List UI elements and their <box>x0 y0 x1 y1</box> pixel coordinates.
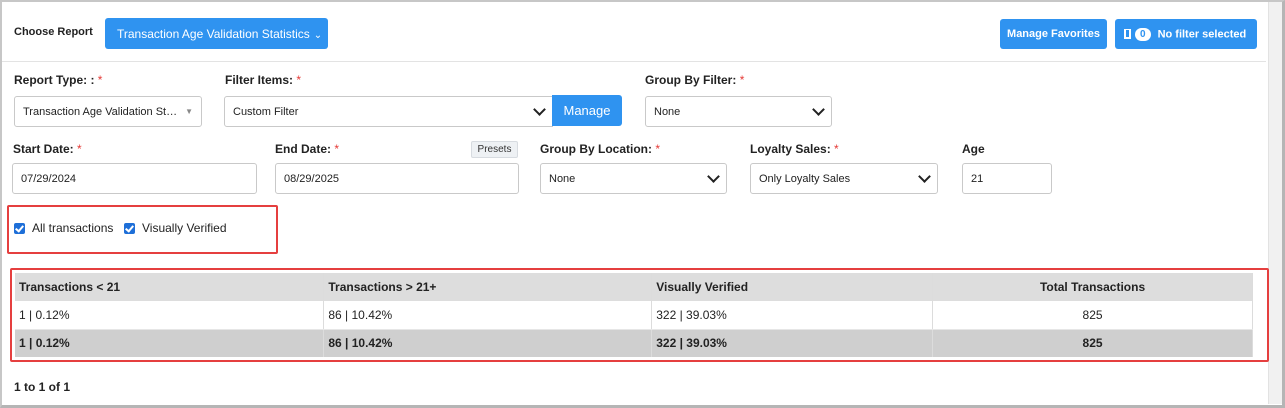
column-header[interactable]: Transactions < 21 <box>15 273 325 301</box>
table-cell: 1 | 0.12% <box>15 301 325 330</box>
chevron-down-icon <box>533 102 546 116</box>
chevron-down-icon: ⌄ <box>313 29 323 41</box>
presets-button[interactable]: Presets <box>471 141 518 158</box>
statistics-table: Transactions < 21 Transactions > 21+ Vis… <box>15 273 1253 357</box>
group-by-filter-value: None <box>654 105 681 118</box>
end-date-label: End Date: * <box>275 142 340 156</box>
column-header[interactable]: Total Transactions <box>932 273 1253 301</box>
choose-report-label: Choose Report <box>14 26 93 38</box>
column-header[interactable]: Transactions > 21+ <box>323 273 653 301</box>
manage-favorites-button[interactable]: Manage Favorites <box>1000 19 1107 49</box>
report-selector-dropdown[interactable]: Transaction Age Validation Statistics ⌄ <box>105 18 328 49</box>
report-type-value: Transaction Age Validation Stat... <box>23 105 182 118</box>
pagination-info: 1 to 1 of 1 <box>14 380 71 394</box>
filter-items-select[interactable]: Custom Filter <box>224 96 553 127</box>
end-date-input[interactable]: 08/29/2025 <box>275 163 519 194</box>
table-cell: 1 | 0.12% <box>15 329 325 357</box>
visually-verified-label: Visually Verified <box>142 221 227 235</box>
report-selector-label: Transaction Age Validation Statistics <box>117 26 310 41</box>
group-by-filter-label: Group By Filter: * <box>645 73 745 87</box>
filter-icon <box>1124 29 1131 39</box>
group-by-filter-select[interactable]: None <box>645 96 832 127</box>
table-cell: 322 | 39.03% <box>651 329 934 357</box>
table-header-row: Transactions < 21 Transactions > 21+ Vis… <box>15 273 1253 301</box>
report-type-label: Report Type: : * <box>14 73 103 87</box>
filter-status-label: No filter selected <box>1157 27 1247 40</box>
checkbox-checked-icon <box>14 222 25 234</box>
column-header[interactable]: Visually Verified <box>651 273 934 301</box>
group-by-location-label: Group By Location: * <box>540 142 661 156</box>
table-total-row: 1 | 0.12% 86 | 10.42% 322 | 39.03% 825 <box>15 329 1253 357</box>
vertical-scrollbar[interactable] <box>1268 2 1282 404</box>
table-cell: 86 | 10.42% <box>323 329 653 357</box>
visually-verified-checkbox[interactable]: Visually Verified <box>124 221 227 235</box>
table-cell: 825 <box>932 301 1253 330</box>
start-date-input[interactable]: 07/29/2024 <box>12 163 257 194</box>
loyalty-sales-select[interactable]: Only Loyalty Sales <box>750 163 938 194</box>
filter-status-button[interactable]: 0 No filter selected <box>1115 19 1257 49</box>
chevron-down-icon <box>918 169 931 183</box>
report-type-select[interactable]: Transaction Age Validation Stat... ▼ <box>14 96 202 127</box>
table-cell: 86 | 10.42% <box>323 301 653 330</box>
table-cell: 825 <box>932 329 1253 357</box>
all-transactions-label: All transactions <box>32 221 114 235</box>
loyalty-sales-label: Loyalty Sales: * <box>750 142 839 156</box>
table-row: 1 | 0.12% 86 | 10.42% 322 | 39.03% 825 <box>15 301 1253 330</box>
chevron-down-icon <box>707 169 720 183</box>
age-input[interactable]: 21 <box>962 163 1052 194</box>
all-transactions-checkbox[interactable]: All transactions <box>14 221 113 235</box>
chevron-down-icon <box>812 102 825 116</box>
group-by-location-select[interactable]: None <box>540 163 727 194</box>
table-cell: 322 | 39.03% <box>651 301 934 330</box>
start-date-label: Start Date: * <box>13 142 82 156</box>
manage-filter-button[interactable]: Manage <box>552 95 622 126</box>
caret-down-icon: ▼ <box>185 107 193 116</box>
age-label: Age <box>962 142 985 156</box>
checkbox-checked-icon <box>124 222 135 234</box>
filter-items-label: Filter Items: * <box>225 73 302 87</box>
filter-count-badge: 0 <box>1135 27 1151 41</box>
filter-items-value: Custom Filter <box>233 105 299 118</box>
report-toolbar: Choose Report Transaction Age Validation… <box>2 2 1266 62</box>
